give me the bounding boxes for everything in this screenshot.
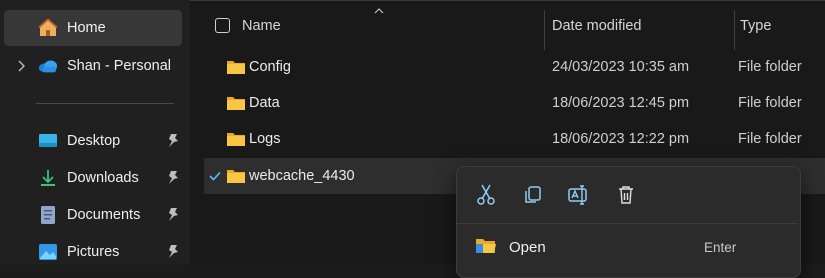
open-label: Open (509, 238, 546, 256)
sidebar-divider (36, 103, 174, 104)
pictures-icon (38, 242, 58, 262)
open-folder-icon (476, 239, 496, 253)
open-shortcut: Enter (704, 239, 737, 255)
column-header-date-modified[interactable]: Date modified (552, 0, 641, 52)
file-row[interactable]: Data 18/06/2023 12:45 pm File folder (204, 85, 825, 121)
column-header-type[interactable]: Type (740, 0, 771, 52)
file-type: File folder (738, 59, 802, 75)
rename-icon (568, 185, 587, 205)
file-type: File folder (738, 95, 802, 111)
pin-icon[interactable] (166, 170, 180, 186)
file-row[interactable]: Config 24/03/2023 10:35 am File folder (204, 49, 825, 85)
file-name: Data (249, 95, 280, 111)
context-menu: Open Enter (456, 166, 801, 278)
copy-icon (525, 186, 541, 203)
delete-button[interactable] (614, 183, 638, 207)
column-divider[interactable] (734, 10, 735, 50)
cut-button[interactable] (474, 183, 498, 207)
file-name: webcache_4430 (249, 168, 355, 184)
context-menu-separator (457, 223, 798, 224)
nav-home[interactable]: Home (4, 10, 182, 46)
file-row[interactable]: Logs 18/06/2023 12:22 pm File folder (204, 121, 825, 157)
nav-documents-label: Documents (67, 207, 141, 223)
nav-documents[interactable]: Documents (4, 197, 182, 233)
cut-icon (477, 184, 495, 205)
file-date-modified: 24/03/2023 10:35 am (552, 59, 690, 75)
desktop-icon (38, 131, 58, 151)
nav-onedrive[interactable]: Shan - Personal (4, 48, 182, 84)
nav-desktop[interactable]: Desktop (4, 123, 182, 159)
copy-button[interactable] (521, 183, 545, 207)
pin-icon[interactable] (166, 207, 180, 223)
nav-downloads-label: Downloads (67, 170, 139, 186)
rename-button[interactable] (567, 183, 591, 207)
sort-ascending-icon (374, 8, 384, 14)
home-icon (38, 18, 58, 38)
nav-desktop-label: Desktop (67, 133, 121, 149)
pin-icon[interactable] (166, 133, 180, 149)
downloads-icon (38, 168, 58, 188)
navigation-pane: Home Shan - Personal Desktop Downloads D… (0, 0, 190, 265)
nav-downloads[interactable]: Downloads (4, 160, 182, 196)
folder-icon (227, 97, 245, 110)
header-border (190, 0, 825, 1)
file-date-modified: 18/06/2023 12:45 pm (552, 95, 690, 111)
column-divider[interactable] (544, 10, 545, 50)
folder-icon (227, 170, 245, 183)
column-header-name[interactable]: Name (242, 0, 281, 52)
file-name: Logs (249, 131, 281, 147)
row-checkbox-checked[interactable] (208, 169, 222, 183)
nav-pictures-label: Pictures (67, 244, 120, 260)
folder-icon (227, 61, 245, 74)
file-type: File folder (738, 131, 802, 147)
file-date-modified: 18/06/2023 12:22 pm (552, 131, 690, 147)
context-menu-item-open[interactable]: Open Enter (473, 230, 783, 264)
select-all-checkbox[interactable] (215, 18, 230, 33)
delete-icon (619, 186, 633, 204)
documents-icon (38, 205, 58, 225)
pin-icon[interactable] (166, 244, 180, 260)
nav-onedrive-label: Shan - Personal (67, 58, 171, 74)
nav-home-label: Home (67, 20, 106, 36)
onedrive-icon (38, 56, 58, 76)
file-name: Config (249, 59, 291, 75)
chevron-right-icon[interactable] (16, 59, 28, 73)
folder-icon (227, 133, 245, 146)
